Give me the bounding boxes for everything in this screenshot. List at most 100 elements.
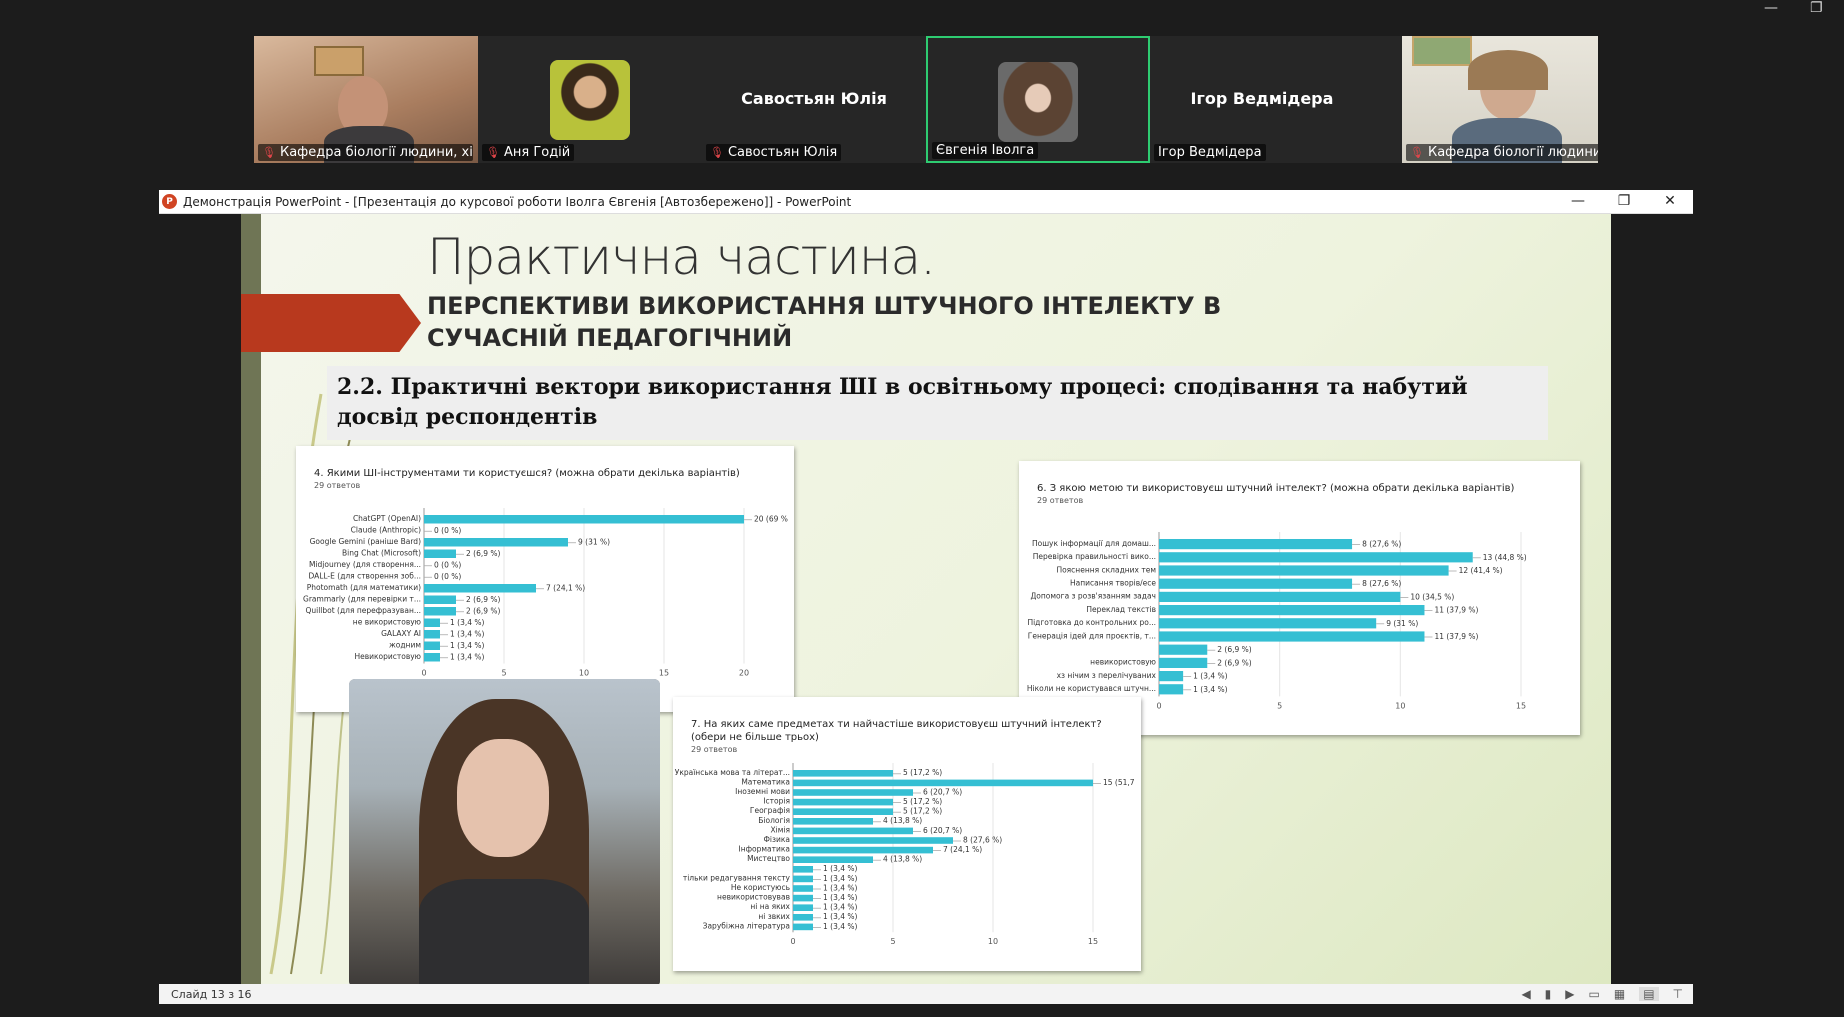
category-label: Зарубіжна література	[703, 921, 790, 930]
slide-sorter-icon[interactable]: ▦	[1614, 987, 1625, 1001]
bar	[793, 770, 893, 777]
reading-view-icon[interactable]: ▤	[1639, 987, 1659, 1001]
data-label: 5 (17,2 %)	[903, 807, 942, 816]
section-heading: 2.2. Практичні вектори використання ШІ в…	[327, 366, 1548, 440]
slide-counter: Слайд 13 з 16	[171, 987, 252, 1001]
prev-slide-icon[interactable]: ◀	[1521, 987, 1530, 1001]
data-label: 8 (27,6 %)	[1362, 540, 1401, 549]
category-label: Пояснення складних тем	[1056, 565, 1156, 574]
chart-subjects: 7. На яких саме предметах ти найчастіше …	[675, 718, 1135, 946]
data-label: 6 (20,7 %)	[923, 787, 962, 796]
x-tick-label: 10	[1395, 701, 1405, 710]
bar	[1159, 657, 1208, 668]
x-tick-label: 0	[421, 669, 426, 678]
bar	[793, 894, 813, 902]
normal-view-icon[interactable]: ▭	[1589, 987, 1600, 1001]
chart-title: (обери не більше трьох)	[691, 731, 819, 743]
category-label: хз нічим з перелічуваних	[1057, 671, 1157, 680]
category-label: Іноземні мови	[735, 787, 790, 796]
data-label: 1 (3,4 %)	[450, 618, 485, 627]
bar	[793, 875, 813, 883]
bar	[1159, 684, 1184, 695]
data-label: 1 (3,4 %)	[450, 629, 485, 638]
x-tick-label: 10	[988, 937, 998, 946]
chart-card-purpose: 6. З якою метою ти використовуєш штучний…	[1019, 461, 1580, 735]
bar	[1159, 605, 1425, 616]
data-label: 2 (6,9 %)	[466, 606, 501, 615]
x-tick-label: 0	[1156, 701, 1161, 710]
data-label: 1 (3,4 %)	[1193, 685, 1228, 694]
category-label: Історія	[763, 797, 790, 806]
ppt-minimize-button[interactable]: —	[1555, 190, 1601, 214]
x-tick-label: 5	[1277, 701, 1282, 710]
data-label: 1 (3,4 %)	[823, 903, 858, 912]
bar	[793, 837, 953, 844]
category-label: Midjourney (для створення...	[309, 560, 421, 569]
bar	[793, 798, 893, 806]
data-label: 8 (27,6 %)	[1362, 579, 1401, 588]
slide-title: Практична частина.	[427, 228, 936, 286]
data-label: 1 (3,4 %)	[823, 874, 858, 883]
x-tick-label: 5	[890, 937, 895, 946]
category-label: Claude (Anthropic)	[351, 525, 421, 534]
slide-menu-icon[interactable]: ▮	[1545, 987, 1552, 1001]
bar	[793, 866, 813, 873]
category-label: Підготовка до контрольних ро...	[1027, 618, 1156, 627]
participant-tile[interactable]: 🎙Кафедра біології людини, хімії ...	[1402, 36, 1598, 163]
mic-off-icon: 🎙	[262, 146, 276, 159]
data-label: 6 (20,7 %)	[923, 826, 962, 835]
minimize-button[interactable]: —	[1764, 0, 1778, 16]
category-label: Фізика	[763, 835, 790, 844]
chart-card-subjects: 7. На яких саме предметах ти найчастіше …	[673, 697, 1141, 971]
bar	[1159, 618, 1377, 629]
bar	[424, 515, 744, 524]
category-label: ні на яких	[750, 902, 790, 911]
participant-tile[interactable]: 🎙 Аня Годій	[478, 36, 702, 163]
data-label: 5 (17,2 %)	[903, 797, 942, 806]
participant-tile[interactable]: Ігор Ведмідера Ігор Ведмідера	[1150, 36, 1374, 163]
chart-title: 6. З якою метою ти використовуєш штучний…	[1037, 482, 1515, 494]
chart-response-count: 29 ответов	[691, 745, 737, 754]
bar	[793, 808, 893, 815]
chart-card-tools: 4. Якими ШІ-інструментами ти користуєшся…	[296, 446, 794, 712]
data-label: 2 (6,9 %)	[466, 595, 501, 604]
bar	[793, 827, 913, 835]
data-label: 12 (41,4 %)	[1459, 566, 1503, 575]
next-slide-icon[interactable]: ▶	[1565, 987, 1574, 1001]
bar	[793, 818, 873, 825]
category-label: Переклад текстів	[1086, 605, 1156, 614]
x-tick-label: 15	[659, 669, 669, 678]
data-label: 10 (34,5 %)	[1410, 592, 1454, 601]
bar	[1159, 671, 1184, 682]
bar	[793, 789, 913, 796]
participant-name: Ігор Ведмідера	[1154, 144, 1266, 161]
restore-button[interactable]: ❐	[1810, 0, 1823, 16]
category-label: Хімія	[771, 825, 790, 834]
category-label: Пошук інформації для домаш...	[1032, 539, 1156, 548]
ppt-restore-button[interactable]: ❐	[1601, 190, 1647, 214]
data-label: 1 (3,4 %)	[823, 922, 858, 931]
data-label: 7 (24,1 %)	[546, 583, 585, 592]
bar	[1159, 552, 1473, 563]
bar	[424, 607, 456, 616]
presenter-photo	[349, 679, 660, 984]
participant-tile[interactable]: Савостьян Юлія 🎙 Савостьян Юлія	[702, 36, 926, 163]
participant-tile-active[interactable]: Євгенія Іволга	[926, 36, 1150, 163]
participant-name: 🎙 Аня Годій	[482, 144, 575, 161]
participant-name: Євгенія Іволга	[932, 142, 1039, 159]
slideshow-icon[interactable]: ⊤	[1673, 987, 1683, 1001]
x-tick-label: 15	[1516, 701, 1526, 710]
bar	[793, 885, 813, 892]
participant-name: 🎙 Савостьян Юлія	[706, 144, 842, 161]
data-label: 0 (0 %)	[434, 526, 461, 535]
powerpoint-icon: P	[162, 194, 177, 209]
data-label: 8 (27,6 %)	[963, 835, 1002, 844]
category-label: GALAXY AI	[381, 629, 421, 638]
category-label: ChatGPT (OpenAI)	[353, 514, 421, 523]
participant-tile[interactable]: 🎙Кафедра біології людини, хімії ...	[254, 36, 478, 163]
category-label: Біологія	[758, 816, 790, 825]
category-label: Мистецтво	[747, 854, 790, 863]
mic-off-icon: 🎙	[486, 146, 500, 159]
data-label: 2 (6,9 %)	[1217, 658, 1252, 667]
ppt-close-button[interactable]: ✕	[1647, 190, 1693, 214]
